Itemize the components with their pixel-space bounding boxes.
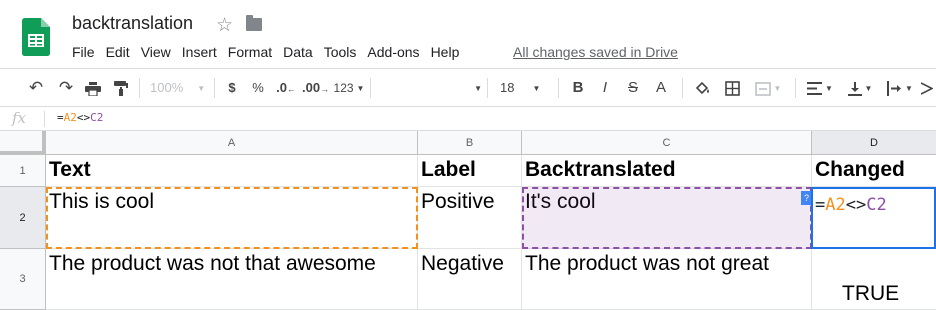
editor-operator: <>	[845, 195, 867, 215]
toolbar-divider	[487, 78, 488, 98]
cell-b3[interactable]: Negative	[418, 249, 522, 310]
formula-input[interactable]: =A2<>C2	[57, 111, 103, 124]
cell-c3[interactable]: The product was not great	[522, 249, 812, 310]
toolbar-divider	[558, 78, 559, 98]
text-color-label: A	[655, 79, 666, 96]
zoom-value: 100%	[150, 80, 184, 95]
cell-b2[interactable]: Positive	[418, 187, 522, 249]
menu-data[interactable]: Data	[283, 44, 313, 60]
borders-icon[interactable]	[721, 69, 743, 107]
formula-prefix: =	[57, 111, 64, 124]
cell-a1[interactable]: Text	[46, 155, 418, 187]
column-header-d[interactable]: D	[812, 131, 936, 155]
save-status-link[interactable]: All changes saved in Drive	[513, 44, 678, 60]
formula-bar-divider	[44, 111, 45, 127]
reference-highlight-c2	[522, 187, 812, 249]
toolbar-divider	[139, 78, 140, 98]
menu-format[interactable]: Format	[228, 44, 272, 60]
document-title[interactable]: backtranslation	[72, 13, 193, 34]
font-size-value: 18	[500, 80, 515, 95]
more-formats-label: 123	[333, 81, 354, 95]
cell-d1[interactable]: Changed	[812, 155, 936, 187]
chevron-down-icon: ▼	[864, 83, 873, 93]
currency-button[interactable]: $	[224, 69, 240, 107]
toolbar-divider	[370, 78, 371, 98]
chevron-down-icon: ▼	[356, 83, 365, 93]
text-wrap-icon[interactable]: ▼	[883, 69, 917, 107]
more-formats-select[interactable]: 123 ▼	[332, 69, 366, 107]
decrease-decimal-button[interactable]: .0←	[276, 69, 296, 107]
cell-d2-editor[interactable]: =A2<>C2	[815, 195, 887, 215]
chevron-down-icon: ▼	[905, 83, 913, 93]
reference-highlight-a2	[46, 187, 418, 249]
menu-bar: File Edit View Insert Format Data Tools …	[72, 44, 470, 60]
row-header-3[interactable]: 3	[0, 249, 46, 310]
editor-ref-c2: C2	[866, 195, 887, 215]
cell-c1[interactable]: Backtranslated	[522, 155, 812, 187]
text-color-button[interactable]: A	[652, 69, 670, 107]
cell-a3[interactable]: The product was not that awesome	[46, 249, 418, 310]
text-rotation-icon[interactable]	[920, 69, 934, 107]
increase-decimal-button[interactable]: .00→	[302, 69, 330, 107]
column-header-c[interactable]: C	[522, 131, 812, 155]
percent-button[interactable]: %	[250, 69, 266, 107]
sheets-logo-icon[interactable]	[22, 18, 50, 56]
paint-format-icon[interactable]	[110, 69, 132, 107]
toolbar: ↶ ↷ 100% ▼ $ % .0← .00→ 123 ▼ ▼ 18 ▼ B I S …	[0, 68, 936, 107]
font-size-select[interactable]: 18 ▼	[500, 69, 552, 107]
bold-button[interactable]: B	[569, 69, 587, 107]
title-bar: backtranslation ☆ File Edit View Insert …	[0, 0, 936, 68]
undo-icon[interactable]: ↶	[24, 69, 48, 107]
formula-ref-a2: A2	[63, 111, 77, 124]
menu-insert[interactable]: Insert	[182, 44, 217, 60]
formula-ref-c2: C2	[90, 111, 104, 124]
chevron-down-icon: ▼	[474, 83, 482, 93]
increase-decimal-label: .00	[302, 80, 321, 95]
chevron-down-icon: ▼	[825, 83, 833, 93]
row-header-1[interactable]: 1	[0, 155, 46, 187]
chevron-down-icon: ▼	[773, 83, 782, 93]
formula-bar: fx =A2<>C2	[0, 107, 936, 131]
fill-color-icon[interactable]	[692, 69, 714, 107]
zoom-select[interactable]: 100% ▼	[150, 69, 208, 107]
cell-b1[interactable]: Label	[418, 155, 522, 187]
arrow-right-icon: →	[320, 84, 330, 94]
menu-help[interactable]: Help	[431, 44, 460, 60]
italic-button[interactable]: I	[596, 69, 614, 107]
column-header-b[interactable]: B	[418, 131, 522, 155]
formula-operator: <>	[76, 111, 91, 124]
editor-prefix: =	[815, 195, 826, 215]
strikethrough-button[interactable]: S	[624, 69, 642, 107]
toolbar-divider	[795, 78, 796, 98]
menu-edit[interactable]: Edit	[106, 44, 130, 60]
row-header-2[interactable]: 2	[0, 187, 46, 249]
decrease-decimal-label: .0	[276, 80, 287, 95]
chevron-down-icon: ▼	[532, 83, 541, 93]
menu-view[interactable]: View	[141, 44, 171, 60]
folder-icon[interactable]	[246, 15, 262, 31]
menu-add-ons[interactable]: Add-ons	[367, 44, 419, 60]
cell-d3-value: TRUE	[842, 282, 900, 305]
chevron-down-icon: ▼	[197, 83, 206, 93]
menu-tools[interactable]: Tools	[324, 44, 357, 60]
vertical-align-icon[interactable]: ▼	[843, 69, 877, 107]
editor-ref-a2: A2	[825, 195, 846, 215]
horizontal-align-icon[interactable]: ▼	[803, 69, 837, 107]
star-icon[interactable]: ☆	[216, 14, 233, 37]
toolbar-divider	[214, 78, 215, 98]
column-header-a[interactable]: A	[46, 131, 418, 155]
redo-icon[interactable]: ↷	[54, 69, 78, 107]
arrow-left-icon: ←	[286, 84, 296, 94]
fx-icon: fx	[12, 109, 27, 127]
merge-cells-icon[interactable]: ▼	[750, 69, 786, 107]
print-icon[interactable]	[82, 69, 104, 107]
menu-file[interactable]: File	[72, 44, 95, 60]
select-all-corner[interactable]	[0, 131, 46, 155]
toolbar-divider	[682, 78, 683, 98]
font-family-select[interactable]: ▼	[378, 69, 482, 107]
